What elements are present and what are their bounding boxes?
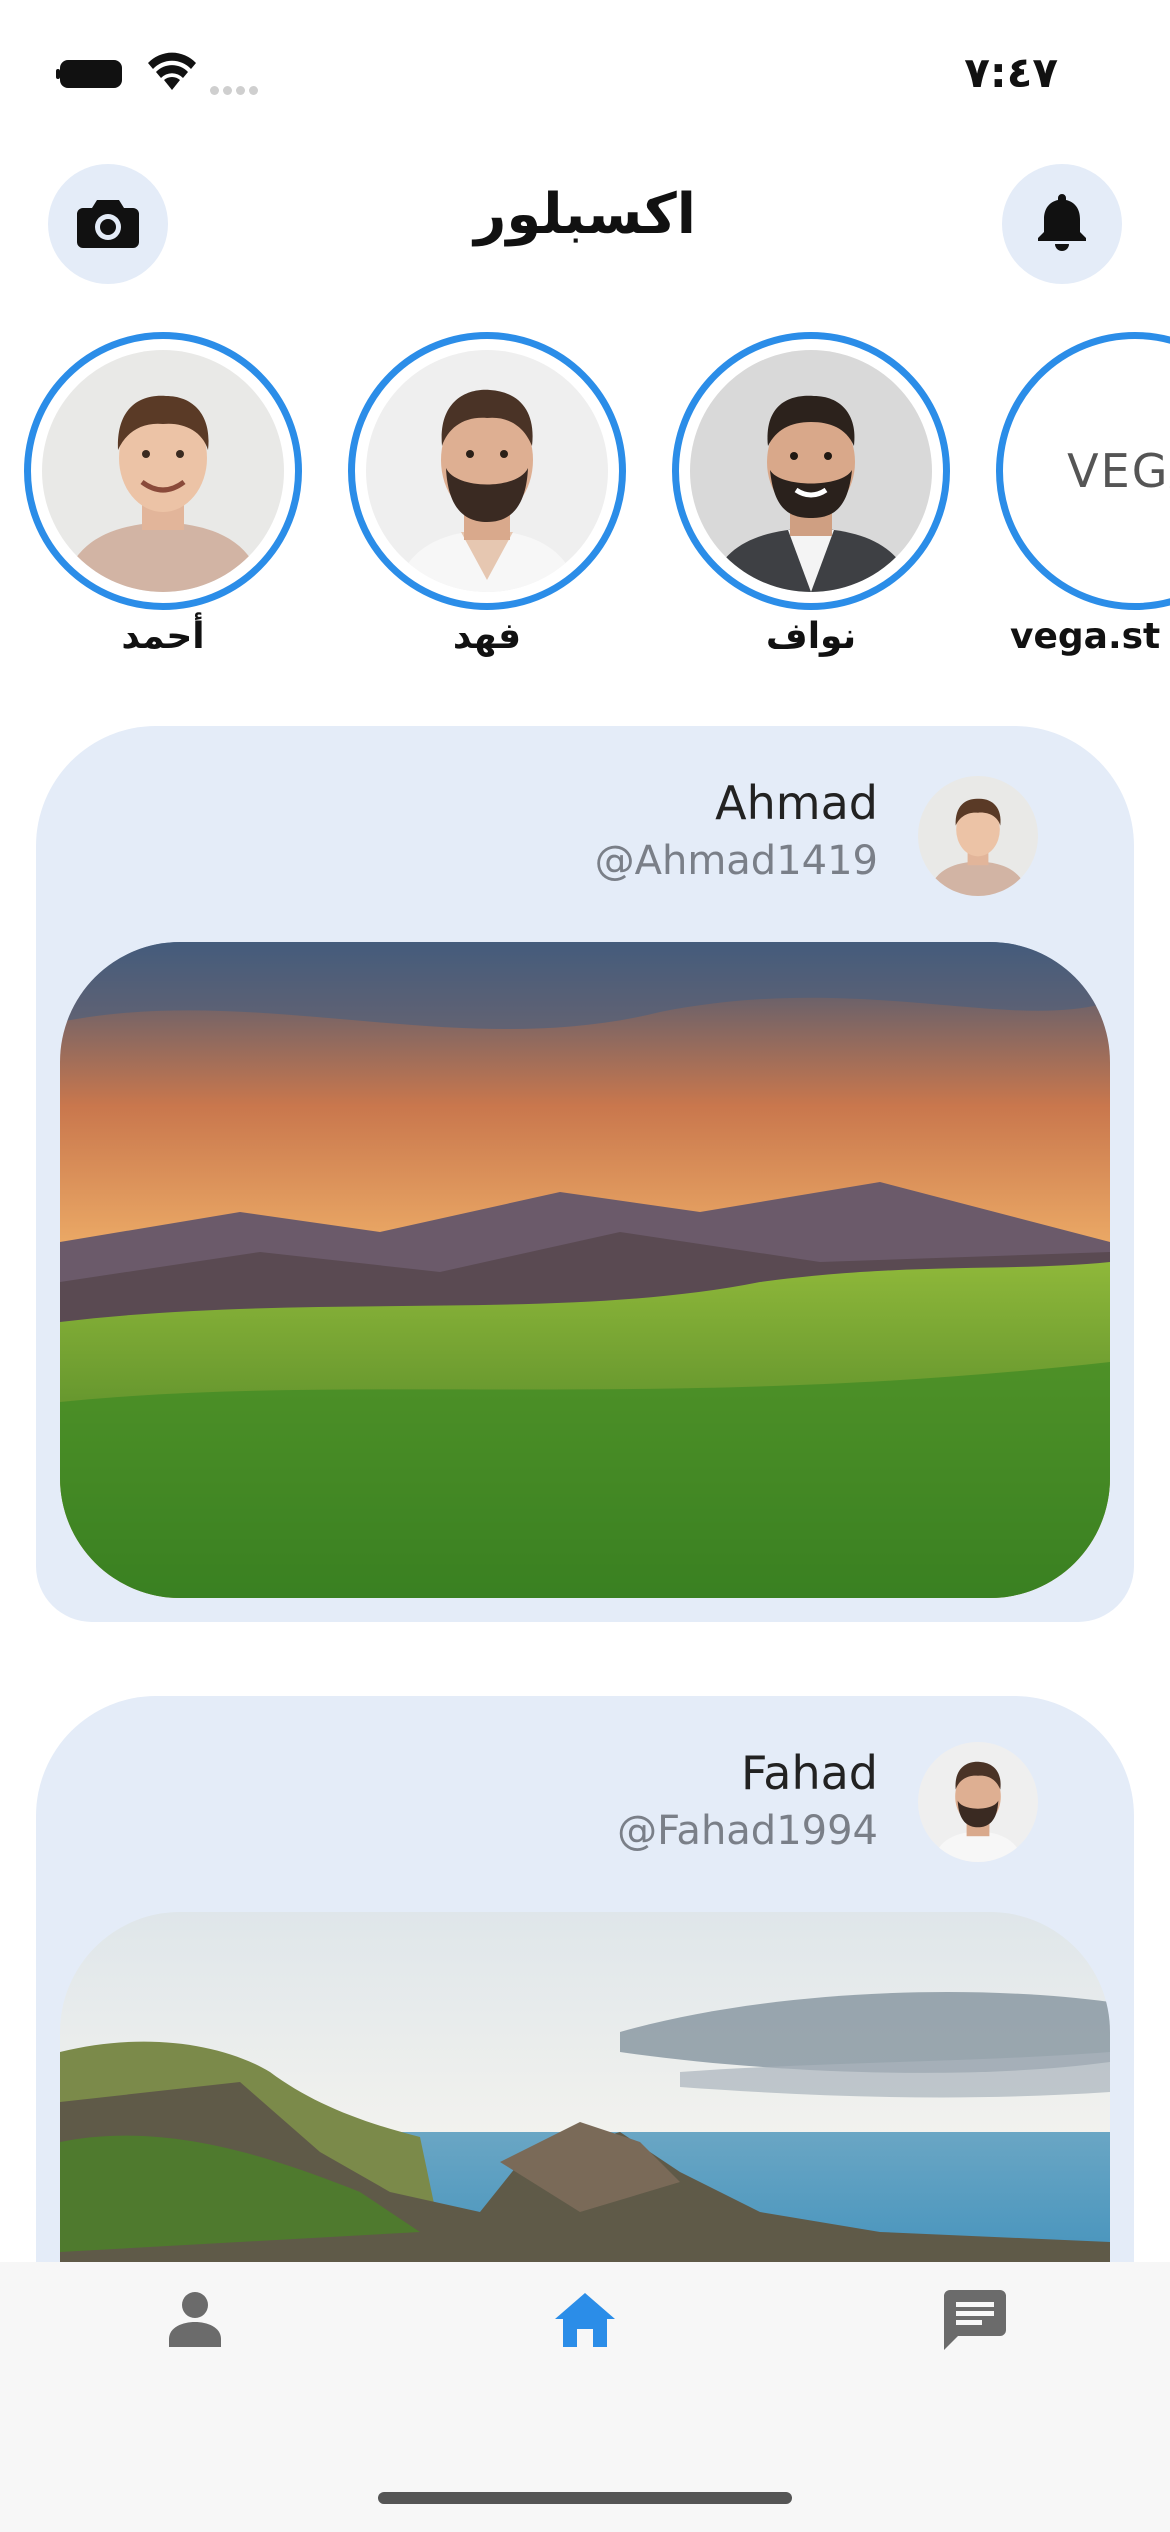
vega-logo: VEGA bbox=[1014, 350, 1170, 592]
story-item[interactable]: نواف bbox=[672, 332, 950, 657]
chat-icon bbox=[944, 2288, 1006, 2354]
story-name: vega.st bbox=[1010, 616, 1161, 657]
post-image[interactable] bbox=[60, 1912, 1110, 2296]
signal-dots-icon bbox=[210, 80, 262, 99]
post-author-name[interactable]: Ahmad bbox=[715, 776, 878, 830]
post-image[interactable] bbox=[60, 942, 1110, 1598]
story-avatar bbox=[366, 350, 608, 592]
page-title: اكسبلور bbox=[474, 182, 696, 247]
home-indicator[interactable] bbox=[378, 2492, 792, 2504]
post-author-avatar[interactable] bbox=[918, 776, 1038, 896]
post-card[interactable]: Ahmad @Ahmad1419 bbox=[36, 726, 1134, 1622]
tab-chat[interactable] bbox=[930, 2276, 1020, 2366]
story-ring bbox=[24, 332, 302, 610]
home-icon bbox=[553, 2291, 617, 2351]
story-ring: VEGA bbox=[996, 332, 1170, 610]
post-author-name[interactable]: Fahad bbox=[741, 1746, 878, 1800]
person-icon bbox=[169, 2291, 221, 2351]
story-name: نواف bbox=[765, 616, 857, 657]
bell-icon bbox=[1036, 192, 1088, 256]
post-author-handle: @Fahad1994 bbox=[617, 1808, 878, 1854]
status-time: ٧:٤٧ bbox=[964, 48, 1058, 97]
story-name: فهد bbox=[452, 616, 522, 657]
story-name: أحمد bbox=[121, 616, 205, 657]
wifi-icon bbox=[146, 50, 198, 92]
post-author-avatar[interactable] bbox=[918, 1742, 1038, 1862]
story-ring bbox=[672, 332, 950, 610]
story-item[interactable]: فهد bbox=[348, 332, 626, 657]
battery-icon bbox=[56, 58, 128, 90]
tab-home[interactable] bbox=[540, 2276, 630, 2366]
story-avatar bbox=[42, 350, 284, 592]
post-card[interactable]: Fahad @Fahad1994 bbox=[36, 1696, 1134, 2296]
story-ring bbox=[348, 332, 626, 610]
notifications-button[interactable] bbox=[1002, 164, 1122, 284]
story-avatar bbox=[690, 350, 932, 592]
tab-profile[interactable] bbox=[150, 2276, 240, 2366]
post-author-handle: @Ahmad1419 bbox=[594, 838, 878, 884]
story-item[interactable]: أحمد bbox=[24, 332, 302, 657]
story-item[interactable]: VEGA vega.st bbox=[996, 332, 1170, 657]
